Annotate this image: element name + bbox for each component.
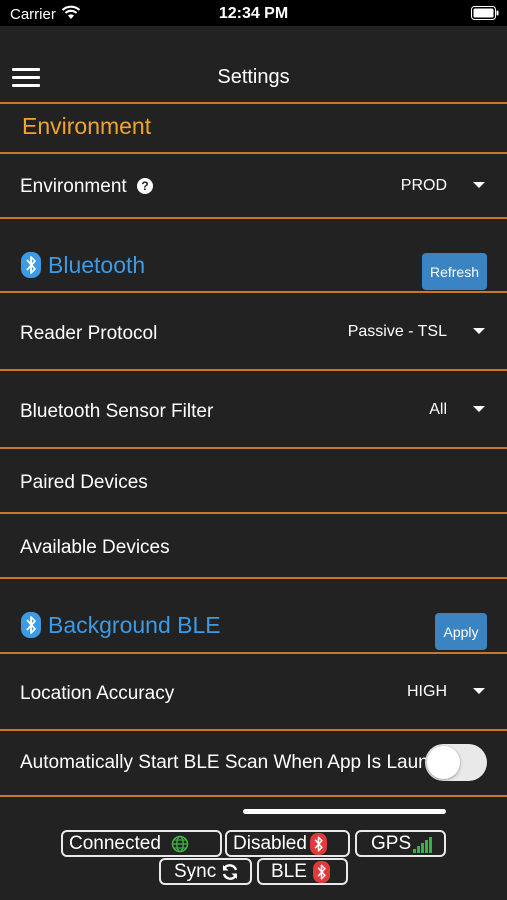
disabled-status-pill: Disabled [225,830,350,857]
bluetooth-icon [21,252,41,278]
sensor-filter-label: Bluetooth Sensor Filter [20,401,214,422]
settings-screen: Settings Environment Environment ? PROD … [0,26,507,900]
paired-devices-label: Paired Devices [20,472,148,493]
sync-icon [220,862,240,882]
divider [0,369,507,371]
gps-label: GPS [371,832,412,854]
ble-status-pill: BLE [257,858,348,885]
available-devices-label: Available Devices [20,537,170,558]
reader-protocol-value[interactable]: Passive - TSL [348,323,447,341]
chevron-down-icon[interactable] [473,182,485,188]
divider [0,102,507,104]
toggle-knob [427,746,460,779]
divider [0,795,507,797]
divider [0,652,507,654]
navigation-bar: Settings [0,26,507,104]
bluetooth-icon [312,860,330,883]
connected-status-pill: Connected [61,830,222,857]
home-indicator [243,809,446,814]
environment-label: Environment [20,176,127,197]
gps-status-pill: GPS [355,830,446,857]
divider [0,447,507,449]
auto-start-toggle[interactable] [425,744,487,781]
section-title-background-ble: Background BLE [48,612,221,638]
sync-label: Sync [174,860,217,882]
page-title: Settings [217,66,290,88]
chevron-down-icon[interactable] [473,688,485,694]
divider [0,291,507,293]
divider [0,512,507,514]
divider [0,217,507,219]
bluetooth-icon [21,612,41,638]
divider [0,152,507,154]
chevron-down-icon[interactable] [473,328,485,334]
battery-icon [471,6,499,20]
globe-icon [171,835,189,853]
status-bar: Carrier 12:34 PM [0,0,507,26]
location-accuracy-value[interactable]: HIGH [407,683,447,701]
disabled-label: Disabled [233,832,307,854]
environment-value[interactable]: PROD [401,177,447,195]
auto-start-label: Automatically Start BLE Scan When App Is… [20,752,432,773]
section-title-environment: Environment [22,113,152,139]
sensor-filter-value[interactable]: All [429,401,447,419]
bluetooth-icon [309,832,327,855]
apply-button[interactable]: Apply [435,613,487,650]
connected-label: Connected [69,832,161,854]
location-accuracy-label: Location Accuracy [20,683,175,704]
help-icon[interactable]: ? [137,178,153,194]
signal-bars-icon [413,835,433,853]
section-title-bluetooth: Bluetooth [48,252,146,278]
refresh-button[interactable]: Refresh [422,253,487,290]
reader-protocol-label: Reader Protocol [20,323,158,344]
ble-label: BLE [271,860,307,882]
divider [0,729,507,731]
sync-status-pill: Sync [159,858,252,885]
clock: 12:34 PM [218,5,289,22]
divider [0,577,507,579]
chevron-down-icon[interactable] [473,406,485,412]
